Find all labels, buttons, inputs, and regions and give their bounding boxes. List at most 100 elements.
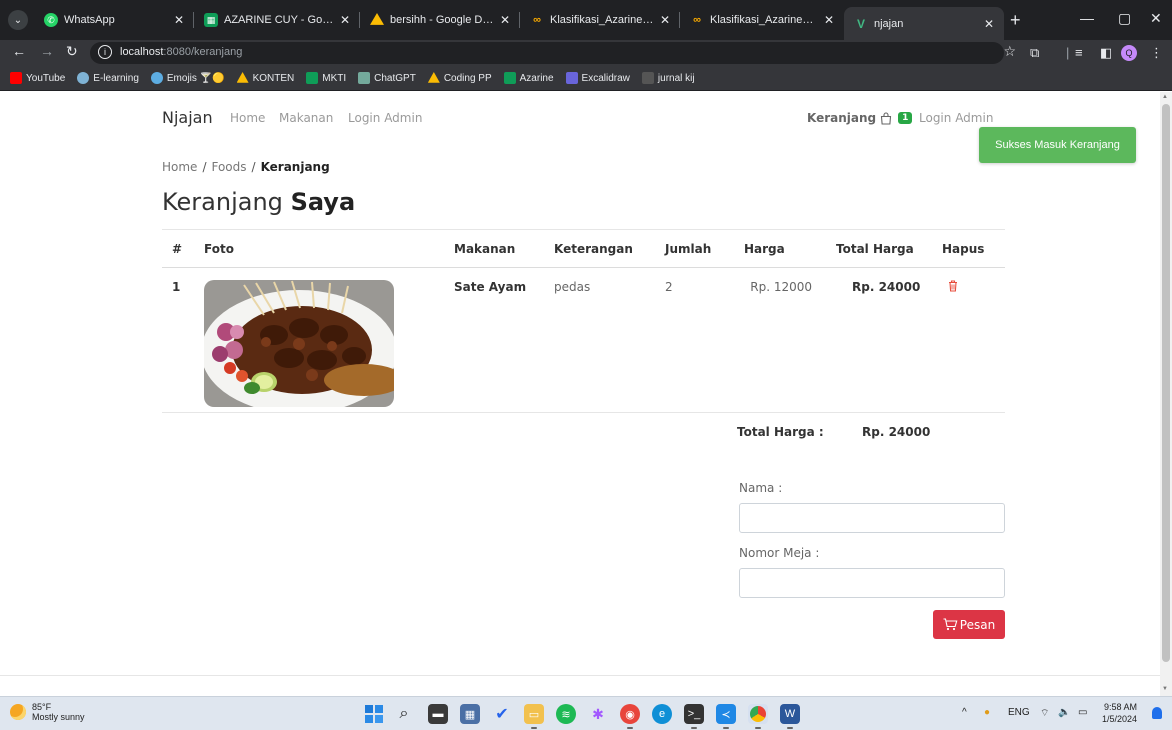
bookmark-label: E-learning	[93, 72, 139, 84]
col-header-jumlah: Jumlah	[655, 229, 734, 268]
breadcrumb-foods[interactable]: Foods	[211, 160, 246, 174]
browser-tab-strip: ⌄ ✆ WhatsApp ✕ ▦ AZARINE CUY - Google Sh…	[0, 0, 1172, 40]
nav-link-login-admin-right[interactable]: Login Admin	[919, 111, 993, 125]
todo-icon[interactable]: ✔	[492, 704, 512, 724]
close-icon[interactable]: ✕	[984, 17, 994, 31]
bookmark-excalidraw[interactable]: Excalidraw	[565, 72, 630, 84]
tab-search-icon[interactable]: ⌄	[8, 10, 28, 30]
bookmark-jurnal[interactable]: jurnal kij	[641, 72, 695, 84]
running-indicator	[723, 727, 729, 729]
site-info-icon[interactable]: i	[98, 45, 112, 59]
restore-icon[interactable]: ▢	[1118, 10, 1131, 27]
reload-icon[interactable]: ↻	[66, 43, 78, 60]
close-icon[interactable]: ✕	[660, 13, 670, 27]
chrome-icon[interactable]: ◉	[620, 704, 640, 724]
shopping-bag-icon	[881, 111, 892, 125]
media-icon[interactable]: ≡	[1075, 45, 1083, 60]
system-clock[interactable]: 9:58 AM 1/5/2024	[1102, 701, 1137, 725]
emoji-icon	[150, 72, 163, 84]
edge-icon[interactable]: e	[652, 704, 672, 724]
bookmark-mkti[interactable]: MKTI	[306, 72, 346, 84]
extensions-icon[interactable]: ⧉	[1030, 45, 1039, 61]
breadcrumb-separator: /	[251, 160, 256, 174]
spotify-icon[interactable]: ≋	[556, 704, 576, 724]
bookmark-chatgpt[interactable]: ChatGPT	[358, 72, 416, 84]
row-jumlah: 2	[655, 267, 734, 413]
success-toast[interactable]: Sukses Masuk Keranjang	[979, 127, 1136, 163]
back-icon[interactable]: ←	[12, 43, 26, 59]
close-icon[interactable]: ✕	[824, 13, 834, 27]
nama-input[interactable]	[739, 503, 1005, 533]
summary-total-label: Total Harga :	[737, 425, 824, 439]
nomor-meja-input[interactable]	[739, 568, 1005, 598]
terminal-icon[interactable]: >_	[684, 704, 704, 724]
row-makanan: Sate Ayam	[444, 267, 544, 413]
row-total-harga: Rp. 24000	[826, 267, 932, 413]
tab-label: Klasifikasi_Azarine.ipynb -	[550, 14, 654, 26]
show-hidden-icons-icon[interactable]: ^	[962, 707, 967, 718]
tab-google-drive[interactable]: bersihh - Google Drive ✕	[360, 7, 520, 33]
search-icon[interactable]: ⌕	[394, 704, 414, 724]
minimize-icon[interactable]: —	[1080, 10, 1094, 26]
bookmark-konten[interactable]: KONTEN	[236, 72, 294, 84]
footer-divider	[0, 675, 1160, 676]
bookmark-youtube[interactable]: YouTube	[10, 72, 65, 84]
tray-app-icon[interactable]: ●	[984, 707, 990, 718]
bookmark-azarine[interactable]: Azarine	[503, 72, 554, 84]
wifi-icon[interactable]: ⌔	[1040, 707, 1049, 720]
volume-icon[interactable]: 🔈	[1058, 707, 1070, 718]
notification-bell-icon[interactable]	[1152, 707, 1162, 719]
pesan-button[interactable]: Pesan	[933, 610, 1005, 639]
tab-whatsapp[interactable]: ✆ WhatsApp ✕	[34, 7, 194, 33]
trash-icon[interactable]	[948, 280, 958, 292]
tab-colab-2[interactable]: ∞ Klasifikasi_Azarine_PK.ipyn ✕	[680, 7, 844, 33]
task-view-icon[interactable]: ▬	[428, 704, 448, 724]
tab-colab-1[interactable]: ∞ Klasifikasi_Azarine.ipynb - ✕	[520, 7, 680, 33]
scrollbar-thumb[interactable]	[1162, 104, 1170, 662]
chrome-menu-icon[interactable]: ⋮	[1150, 45, 1163, 61]
google-sheets-icon	[503, 72, 516, 84]
language-indicator[interactable]: ENG	[1008, 707, 1030, 718]
profile-avatar[interactable]: Q	[1121, 45, 1137, 61]
scroll-up-icon[interactable]: ▲	[1162, 94, 1168, 100]
bookmark-star-icon[interactable]: ☆	[1003, 43, 1016, 60]
bookmark-coding-pp[interactable]: Coding PP	[427, 72, 492, 84]
forward-icon[interactable]: →	[40, 43, 54, 59]
cart-link[interactable]: Keranjang 1	[807, 111, 913, 125]
chrome-canary-icon[interactable]	[748, 704, 768, 724]
word-icon[interactable]: W	[780, 704, 800, 724]
weather-widget[interactable]: 85°F Mostly sunny	[10, 702, 85, 722]
address-bar[interactable]: i localhost:8080/keranjang ☆	[90, 42, 1016, 64]
close-icon[interactable]: ✕	[174, 13, 184, 27]
close-icon[interactable]: ✕	[340, 13, 350, 27]
vue-icon: V	[856, 16, 865, 31]
calendar-app-icon[interactable]: ▦	[460, 704, 480, 724]
table-header-row: # Foto Makanan Keterangan Jumlah Harga T…	[162, 229, 1005, 268]
side-panel-icon[interactable]: ◧	[1100, 45, 1112, 61]
file-explorer-icon[interactable]: ▭	[524, 704, 544, 724]
scroll-down-icon[interactable]: ▼	[1162, 686, 1168, 692]
shopping-cart-icon	[943, 618, 958, 631]
bookmark-emojis[interactable]: Emojis 🍸🟡	[150, 72, 225, 84]
nav-link-login-admin[interactable]: Login Admin	[348, 111, 422, 125]
battery-icon[interactable]: ▭	[1078, 707, 1087, 718]
new-tab-icon[interactable]: +	[1010, 10, 1021, 30]
nav-link-makanan[interactable]: Makanan	[279, 111, 333, 125]
bookmark-elearning[interactable]: E-learning	[77, 72, 139, 84]
tab-njajan[interactable]: V njajan ✕	[844, 7, 1004, 40]
google-sheets-icon	[306, 72, 319, 84]
figma-icon[interactable]: ✱	[588, 704, 608, 724]
close-icon[interactable]: ✕	[500, 13, 510, 27]
nav-link-home[interactable]: Home	[230, 111, 265, 125]
running-indicator	[755, 727, 761, 729]
page-scrollbar[interactable]: ▲ ▼	[1160, 92, 1172, 696]
breadcrumb-home[interactable]: Home	[162, 160, 197, 174]
windows-start-icon[interactable]	[364, 704, 384, 724]
tab-google-sheets[interactable]: ▦ AZARINE CUY - Google Sh ✕	[194, 7, 360, 33]
excalidraw-icon	[565, 72, 578, 84]
window-close-icon[interactable]: ✕	[1150, 10, 1162, 27]
sun-icon	[10, 704, 26, 720]
brand-logo[interactable]: Njajan	[162, 108, 213, 127]
vscode-icon[interactable]: ≺	[716, 704, 736, 724]
col-header-number: #	[162, 229, 194, 268]
